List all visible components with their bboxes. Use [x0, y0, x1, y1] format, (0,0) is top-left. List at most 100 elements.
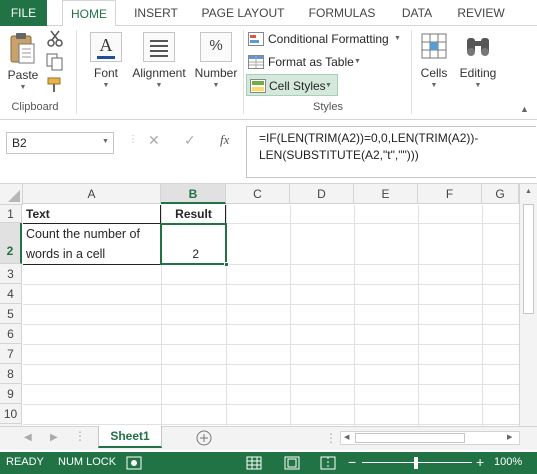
vertical-scroll-thumb[interactable]: [523, 204, 534, 314]
horizontal-scroll-thumb[interactable]: [355, 433, 465, 443]
formula-bar: B2 ▼ ⋮ ✕ ✓ fx =IF(LEN(TRIM(A2))=0,0,LEN(…: [0, 120, 537, 184]
row-header-3[interactable]: 3: [0, 264, 22, 284]
collapse-ribbon-icon[interactable]: ▲: [520, 104, 529, 114]
column-header-e[interactable]: E: [354, 184, 418, 204]
cell-b1[interactable]: Result: [161, 205, 226, 223]
next-sheet-icon[interactable]: ▶: [50, 432, 58, 443]
cell-styles-button[interactable]: Cell Styles ▼: [246, 74, 338, 96]
row-header-9[interactable]: 9: [0, 384, 22, 404]
alignment-icon: [143, 32, 175, 62]
font-button[interactable]: A Font ▼: [84, 30, 128, 96]
column-header-b[interactable]: B: [161, 184, 226, 204]
sheet-tab-sheet1[interactable]: Sheet1: [98, 426, 162, 448]
macro-record-icon[interactable]: [126, 456, 142, 470]
page-break-view-icon[interactable]: [320, 456, 336, 470]
copy-icon[interactable]: [46, 53, 64, 71]
conditional-formatting-button[interactable]: Conditional Formatting ▼: [248, 29, 408, 49]
row-header-1[interactable]: 1: [0, 205, 22, 223]
row-header-2[interactable]: 2: [0, 223, 22, 264]
formula-bar-grip-icon: ⋮: [128, 134, 138, 145]
cancel-icon[interactable]: ✕: [148, 132, 160, 149]
select-all-button[interactable]: [0, 184, 23, 205]
percent-icon: %: [200, 32, 232, 62]
binoculars-icon: [467, 38, 489, 56]
new-sheet-icon[interactable]: [196, 430, 212, 446]
column-header-d[interactable]: D: [290, 184, 354, 204]
paste-dropdown-icon[interactable]: ▼: [4, 84, 42, 91]
page-layout-view-icon[interactable]: [284, 456, 300, 470]
cell-a2[interactable]: Count the number of words in a cell: [26, 224, 160, 264]
cells-button[interactable]: Cells ▼: [416, 30, 452, 96]
row-header-7[interactable]: 7: [0, 344, 22, 364]
cell-styles-label: Cell Styles: [269, 79, 326, 93]
row-header-4[interactable]: 4: [0, 284, 22, 304]
status-ready: READY: [6, 456, 44, 468]
selected-cell-b2[interactable]: 2: [160, 223, 227, 265]
zoom-out-icon[interactable]: −: [348, 455, 356, 469]
cell-a1[interactable]: Text: [26, 205, 50, 223]
format-as-table-dropdown-icon: ▼: [354, 58, 361, 65]
tab-insert[interactable]: INSERT: [128, 0, 184, 26]
tab-data[interactable]: DATA: [392, 0, 442, 26]
column-header-g[interactable]: G: [482, 184, 519, 204]
row-header-10[interactable]: 10: [0, 404, 22, 424]
tab-home[interactable]: HOME: [62, 0, 116, 27]
zoom-in-icon[interactable]: +: [476, 455, 484, 469]
conditional-formatting-dropdown-icon: ▼: [394, 35, 401, 42]
cell-a2-line-2: words in a cell: [26, 247, 106, 261]
zoom-level[interactable]: 100%: [494, 456, 522, 468]
column-header-f[interactable]: F: [418, 184, 482, 204]
paste-button[interactable]: Paste ▼: [4, 30, 42, 91]
status-bar: READY NUM LOCK − + 100%: [0, 452, 537, 474]
number-label: Number: [194, 66, 238, 80]
format-as-table-button[interactable]: Format as Table ▼: [248, 52, 368, 72]
worksheet-grid[interactable]: A B C D E F G 1 2 3 4 5 6 7 8 9 10 11: [0, 184, 537, 430]
formula-input[interactable]: =IF(LEN(TRIM(A2))=0,0,LEN(TRIM(A2))- LEN…: [246, 126, 536, 178]
name-box-dropdown-icon[interactable]: ▼: [102, 138, 109, 145]
status-num-lock: NUM LOCK: [58, 456, 117, 468]
fill-handle[interactable]: [224, 262, 229, 267]
paste-icon: [10, 33, 35, 64]
alignment-dropdown-icon: ▼: [155, 82, 163, 89]
format-painter-icon[interactable]: [46, 76, 64, 94]
vertical-scrollbar[interactable]: ▲: [519, 184, 537, 430]
sheet-tab-bar: ◀ ▶ ⋮ Sheet1 ⋮ ◀ ▶: [0, 426, 537, 450]
editing-label: Editing: [459, 66, 497, 80]
prev-sheet-icon[interactable]: ◀: [24, 432, 32, 443]
column-header-a[interactable]: A: [23, 184, 161, 204]
tab-formulas[interactable]: FORMULAS: [302, 0, 382, 26]
row-header-6[interactable]: 6: [0, 324, 22, 344]
scroll-right-icon[interactable]: ▶: [507, 433, 512, 441]
group-divider: [76, 30, 77, 114]
insert-function-icon[interactable]: fx: [220, 132, 229, 148]
tab-file[interactable]: FILE: [0, 0, 47, 26]
cut-icon[interactable]: [46, 30, 64, 48]
number-button[interactable]: % Number ▼: [192, 30, 240, 96]
alignment-button[interactable]: Alignment ▼: [130, 30, 188, 96]
cells-dropdown-icon: ▼: [430, 82, 438, 89]
clipboard-group-label: Clipboard: [11, 101, 59, 113]
tab-page-layout[interactable]: PAGE LAYOUT: [195, 0, 291, 26]
font-dropdown-icon: ▼: [102, 82, 110, 89]
editing-button[interactable]: Editing ▼: [456, 30, 500, 96]
group-divider: [411, 30, 412, 114]
formula-line-1: =IF(LEN(TRIM(A2))=0,0,LEN(TRIM(A2))-: [259, 131, 479, 145]
tab-review[interactable]: REVIEW: [452, 0, 510, 26]
normal-view-icon[interactable]: [246, 456, 262, 470]
styles-group-label: Styles: [313, 101, 343, 113]
horizontal-scrollbar[interactable]: ◀ ▶: [340, 431, 520, 445]
row-header-8[interactable]: 8: [0, 364, 22, 384]
enter-icon[interactable]: ✓: [184, 132, 196, 149]
name-box[interactable]: B2: [6, 132, 114, 154]
row-header-5[interactable]: 5: [0, 304, 22, 324]
group-divider: [243, 30, 244, 114]
ribbon-tab-bar: FILE HOME INSERT PAGE LAYOUT FORMULAS DA…: [0, 0, 537, 27]
ribbon: Paste ▼ Clipboard A Font ▼ Alignment ▼ %…: [0, 26, 537, 120]
conditional-formatting-icon: [248, 32, 264, 46]
scroll-left-icon[interactable]: ◀: [344, 433, 349, 441]
zoom-slider-thumb[interactable]: [414, 457, 418, 469]
select-all-icon: [8, 190, 20, 202]
column-header-c[interactable]: C: [226, 184, 290, 204]
cells-icon: [421, 33, 447, 59]
scroll-up-icon[interactable]: ▲: [525, 188, 532, 195]
